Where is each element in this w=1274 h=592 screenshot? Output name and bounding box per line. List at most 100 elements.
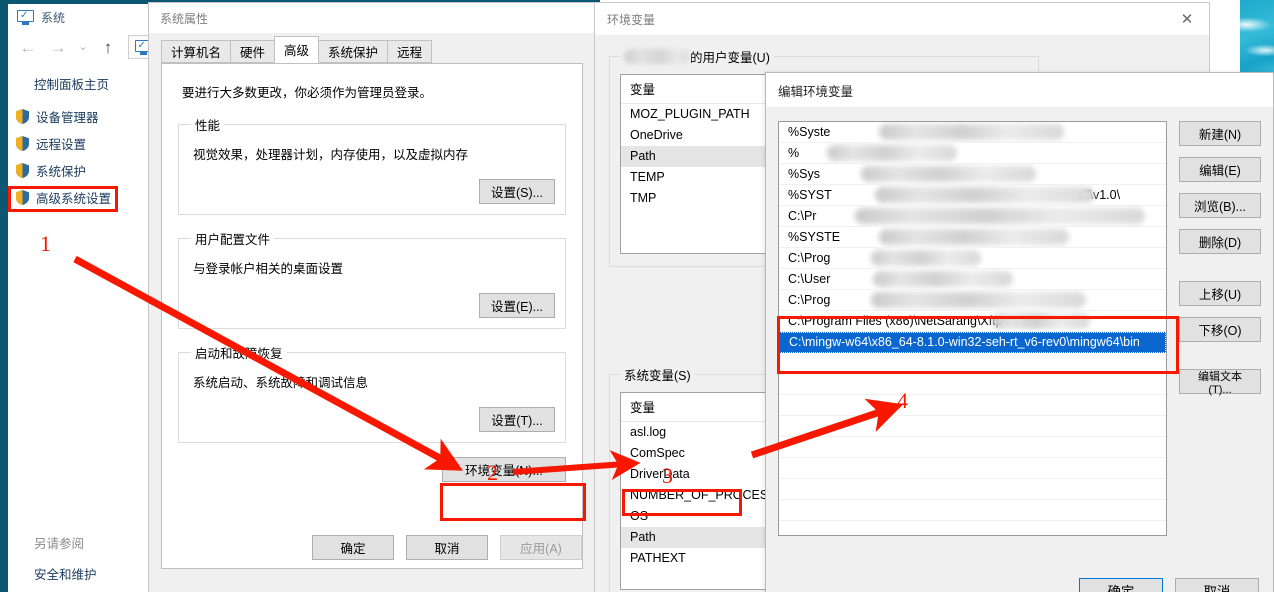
path-text: %SYST [788,188,832,202]
path-row-empty[interactable] [779,416,1166,437]
path-row[interactable]: C:\Prog [779,290,1166,311]
sidebar-item-label: 高级系统设置 [36,192,112,206]
tab-system-protection[interactable]: 系统保护 [318,40,389,63]
path-row[interactable]: %SYSTE [779,227,1166,248]
user-profiles-settings-button[interactable]: 设置(E)... [479,293,555,318]
path-row-selected[interactable]: C:\mingw-w64\x86_64-8.1.0-win32-seh-rt_v… [779,332,1166,353]
system-properties-tabstrip: 计算机名 硬件 高级 系统保护 远程 [161,36,583,64]
path-text: %SYSTE [788,230,841,244]
startup-recovery-settings-button[interactable]: 设置(T)... [479,407,555,432]
path-row-empty[interactable] [779,353,1166,374]
blurred-path-mask [879,124,1064,140]
edit-button[interactable]: 编辑(E) [1179,157,1261,182]
path-entries-list[interactable]: %Syste % %Sys %SYST ell\v1.0\ C:\Pr %SYS… [778,121,1167,536]
shield-icon [16,136,29,151]
delete-button[interactable]: 删除(D) [1179,229,1261,254]
path-row[interactable]: %Sys [779,164,1166,185]
user-variables-legend: 的用户变量(U) [620,47,774,66]
sidebar-item-label: 远程设置 [36,138,87,152]
path-text: C:\Prog [788,251,831,265]
path-row[interactable]: %Syste [779,122,1166,143]
monitor-icon: ✓ [17,9,34,25]
user-profiles-group-legend: 用户配置文件 [195,233,271,247]
close-icon[interactable]: ✕ [1165,4,1209,35]
ok-button[interactable]: 确定 [312,534,394,560]
startup-recovery-description: 系统启动、系统故障和调试信息 [193,376,369,390]
edit-dialog-button-column: 新建(N) 编辑(E) 浏览(B)... 删除(D) 上移(U) 下移(O) 编… [1179,121,1261,536]
path-text: C:\Prog [788,293,831,307]
environment-variables-title: 环境变量 [607,12,656,27]
blurred-path-mask [855,208,1145,224]
path-row[interactable]: % [779,143,1166,164]
sidebar-item-label: 系统保护 [36,165,87,179]
see-also-section: 另请参阅 安全和维护 [8,533,146,583]
browse-button[interactable]: 浏览(B)... [1179,193,1261,218]
up-arrow-icon[interactable]: ↑ [94,34,122,60]
sidebar-item-control-panel-home[interactable]: 控制面板主页 [8,68,146,103]
path-text: C:\Program Files (x86)\NetSarang\Xftp 7\ [788,314,1017,328]
environment-variables-button[interactable]: 环境变量(N)... [442,457,566,482]
edit-environment-variable-titlebar: 编辑环境变量 [766,73,1273,107]
path-text: C:\Pr [788,209,817,223]
admin-login-note: 要进行大多数更改，你必须作为管理员登录。 [182,86,433,100]
edit-dialog-footer: 确定 取消 [766,578,1273,592]
shield-icon [16,163,29,178]
user-profiles-group: 用户配置文件 与登录帐户相关的桌面设置 设置(E)... [178,229,566,329]
control-panel-title: 系统 [41,10,66,25]
system-properties-titlebar: 系统属性 [149,3,595,33]
edit-environment-variable-title: 编辑环境变量 [778,84,854,99]
path-text: C:\mingw-w64\x86_64-8.1.0-win32-seh-rt_v… [789,335,1140,349]
cancel-button[interactable]: 取消 [406,534,488,560]
path-row-empty[interactable] [779,374,1166,395]
performance-group: 性能 视觉效果，处理器计划，内存使用，以及虚拟内存 设置(S)... [178,115,566,215]
recent-locations-chevron-icon[interactable]: ⌄ [74,34,92,60]
tab-computer-name[interactable]: 计算机名 [161,40,232,63]
blurred-username [624,49,690,64]
path-row[interactable]: C:\User [779,269,1166,290]
tab-advanced[interactable]: 高级 [274,36,320,63]
path-row-empty[interactable] [779,479,1166,500]
system-properties-body: 计算机名 硬件 高级 系统保护 远程 要进行大多数更改，你必须作为管理员登录。 … [149,36,595,592]
performance-settings-button[interactable]: 设置(S)... [479,179,555,204]
system-properties-footer: 确定 取消 应用(A) [162,526,582,568]
performance-description: 视觉效果，处理器计划，内存使用，以及虚拟内存 [193,148,469,162]
sidebar-item-device-manager[interactable]: 设备管理器 [8,103,146,130]
path-row-empty[interactable] [779,458,1166,479]
back-arrow-icon[interactable]: ← [14,34,42,60]
path-row[interactable]: C:\Pr [779,206,1166,227]
performance-group-legend: 性能 [195,119,221,133]
button-group-spacer [1179,265,1261,281]
forward-arrow-icon[interactable]: → [44,34,72,60]
move-up-button[interactable]: 上移(U) [1179,281,1261,306]
path-row[interactable]: C:\Prog [779,248,1166,269]
see-also-header: 另请参阅 [34,537,85,551]
shield-icon [16,109,29,124]
environment-variables-titlebar: 环境变量 ✕ [595,3,1209,35]
sidebar-item-advanced-system-settings[interactable]: 高级系统设置 [8,184,146,211]
path-text: %Sys [788,167,820,181]
apply-button: 应用(A) [500,534,582,560]
blurred-path-mask [992,313,1090,329]
path-row-empty[interactable] [779,395,1166,416]
path-row-empty[interactable] [779,500,1166,521]
system-properties-title: 系统属性 [160,11,209,26]
edit-ok-button[interactable]: 确定 [1079,578,1163,592]
edit-cancel-button[interactable]: 取消 [1175,578,1259,592]
tab-hardware[interactable]: 硬件 [230,40,276,63]
tab-remote[interactable]: 远程 [387,40,433,63]
sidebar-item-system-protection[interactable]: 系统保护 [8,157,146,184]
window-accent-bar [0,0,8,592]
new-button[interactable]: 新建(N) [1179,121,1261,146]
blurred-path-mask [873,271,1013,287]
path-row-empty[interactable] [779,437,1166,458]
path-row[interactable]: C:\Program Files (x86)\NetSarang\Xftp 7\ [779,311,1166,332]
edit-text-button[interactable]: 编辑文本(T)... [1179,369,1261,396]
sidebar-item-remote-settings[interactable]: 远程设置 [8,130,146,157]
system-properties-dialog: 系统属性 计算机名 硬件 高级 系统保护 远程 要进行大多数更改，你必须作为管理… [148,2,596,592]
startup-recovery-group-legend: 启动和故障恢复 [195,347,283,361]
user-variables-legend-suffix: 的用户变量(U) [690,51,770,65]
path-row[interactable]: %SYST ell\v1.0\ [779,185,1166,206]
screenshot-root: ✓ 系统 ← → ⌄ ↑ ✓ › 控制面板主页 设备管理器 [0,0,1274,592]
see-also-item-security-maintenance[interactable]: 安全和维护 [8,552,146,583]
move-down-button[interactable]: 下移(O) [1179,317,1261,342]
